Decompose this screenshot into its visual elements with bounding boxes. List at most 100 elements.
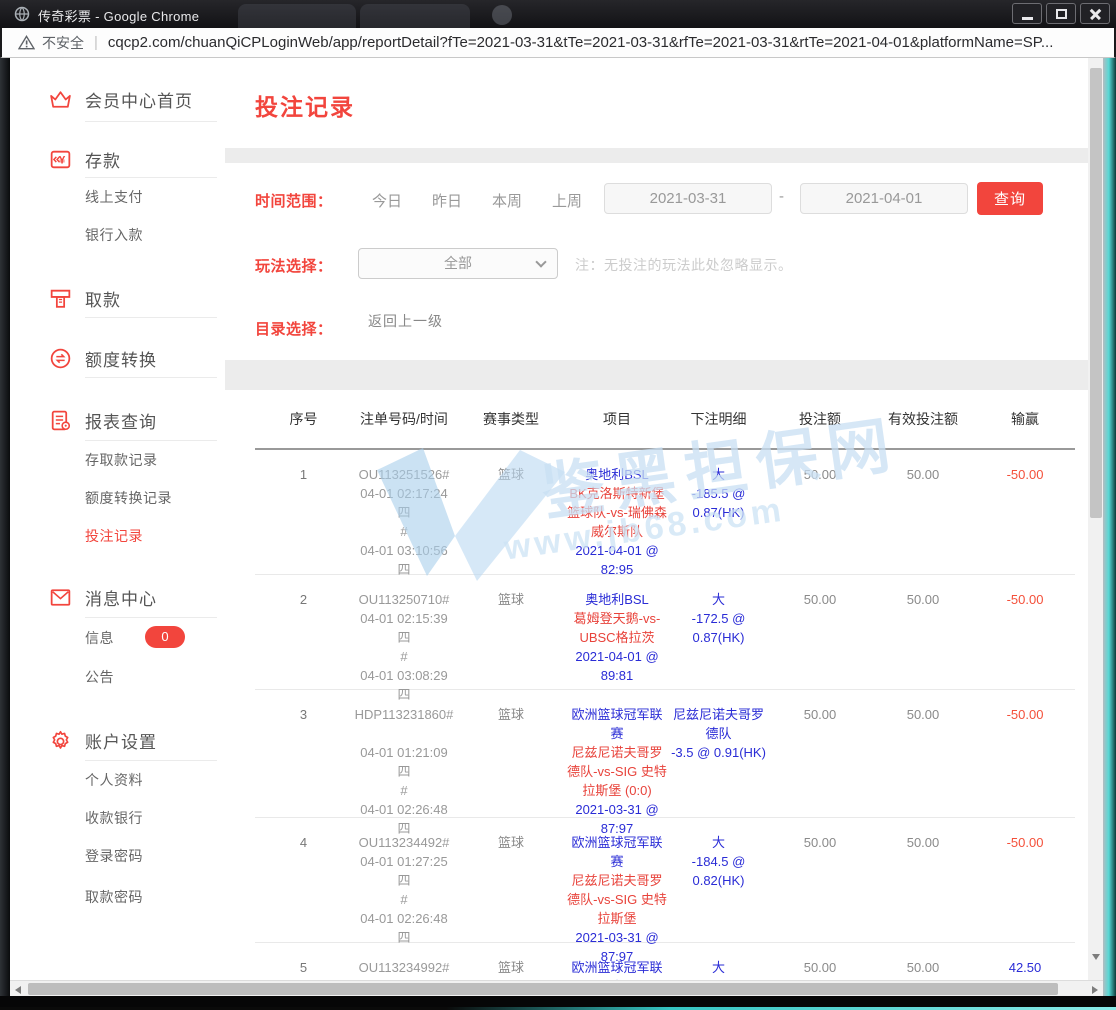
url-separator: | [94, 34, 98, 51]
back-to-parent-link[interactable]: 返回上一级 [368, 311, 443, 331]
cell-bet-amount: 50.00 [769, 943, 871, 980]
cell-bet-detail: 大 -172.5 @ 0.87(HK) [668, 575, 769, 704]
chevron-down-icon [535, 256, 546, 267]
envelope-icon [48, 585, 73, 610]
filter-today[interactable]: 今日 [372, 190, 402, 211]
cell-bet-amount: 50.00 [769, 575, 871, 704]
cell-event: 奥地利BSL葛姆登天鹅-vs-UBSC格拉茨2021-04-01 @ 89:81 [566, 575, 668, 704]
sidebar-item-messages[interactable]: 信息 [85, 628, 114, 648]
cell-valid-amount: 50.00 [871, 943, 975, 980]
window-controls [1012, 3, 1110, 24]
deposit-icon: ¥ [48, 147, 73, 172]
cell-win-loss: -50.00 [975, 450, 1075, 579]
maximize-icon [1056, 9, 1067, 19]
sidebar-item-profile[interactable]: 个人资料 [85, 770, 143, 790]
cell-bet-amount: 50.00 [769, 690, 871, 838]
sidebar-item-withdraw-password[interactable]: 取款密码 [85, 887, 143, 907]
report-icon [48, 408, 73, 433]
table-row: 5 OU113234992# 04-01 01:28:52 四 篮球 欧洲篮球冠… [255, 943, 1075, 980]
cell-sport-type: 篮球 [456, 450, 566, 579]
gear-icon [48, 728, 73, 753]
address-bar[interactable]: 不安全 | cqcp2.com/chuanQiCPLoginWeb/app/re… [0, 28, 1116, 58]
cell-seq: 1 [255, 450, 352, 579]
table-row: 1 OU113251526# 04-01 02:17:24 四 # 04-01 … [255, 450, 1075, 575]
play-method-select[interactable]: 全部 [358, 248, 558, 279]
sidebar-item-payee-bank[interactable]: 收款银行 [85, 808, 143, 828]
play-method-note: 注：无投注的玩法此处忽略显示。 [575, 255, 793, 275]
sidebar-item-announcements[interactable]: 公告 [85, 667, 114, 687]
message-count-badge[interactable]: 0 [145, 626, 185, 648]
background-tab [238, 4, 356, 28]
vertical-scrollbar-thumb[interactable] [1090, 68, 1102, 518]
table-header-row: 序号 注单号码/时间 赛事类型 项目 下注明细 投注额 有效投注额 输赢 [255, 390, 1075, 450]
date-to-input[interactable]: 2021-04-01 [800, 183, 968, 214]
background-tab [360, 4, 470, 28]
scroll-left-arrow-icon[interactable] [15, 986, 21, 994]
title-bar: 传奇彩票 - Google Chrome [0, 0, 1116, 28]
cell-sport-type: 篮球 [456, 690, 566, 838]
globe-icon [14, 6, 30, 22]
cell-sport-type: 篮球 [456, 943, 566, 980]
table-row: 3 HDP113231860# 04-01 01:21:09 四 # 04-01… [255, 690, 1075, 818]
divider [85, 440, 217, 441]
cell-event: 奥地利BSLBK克洛斯特新堡篮球队-vs-瑞佛森威尔斯队2021-04-01 @… [566, 450, 668, 579]
divider [85, 317, 217, 318]
minimize-button[interactable] [1012, 3, 1042, 24]
directory-label: 目录选择： [255, 318, 333, 339]
sidebar-item-login-password[interactable]: 登录密码 [85, 846, 143, 866]
search-button[interactable]: 查询 [977, 182, 1043, 215]
divider [85, 177, 217, 178]
main-content: 投注记录 时间范围： 今日 昨日 本周 上周 2021-03-31 - 2021… [225, 58, 1088, 980]
window-frame-right [1103, 58, 1116, 996]
horizontal-scrollbar-thumb[interactable] [28, 983, 1058, 995]
filter-yesterday[interactable]: 昨日 [432, 190, 462, 211]
scroll-down-arrow-icon[interactable] [1092, 954, 1100, 960]
url-text[interactable]: cqcp2.com/chuanQiCPLoginWeb/app/reportDe… [108, 34, 1053, 51]
browser-window: 传奇彩票 - Google Chrome 不安全 | cqcp2.com/chu… [0, 0, 1116, 1010]
cell-order-number: HDP113231860# 04-01 01:21:09 四 # 04-01 0… [352, 690, 456, 838]
cell-bet-detail: 尼兹尼诺夫哥罗德队 -3.5 @ 0.91(HK) [668, 690, 769, 838]
cell-event: 欧洲篮球冠军联赛土耳其电信篮球队 [566, 943, 668, 980]
cell-sport-type: 篮球 [456, 575, 566, 704]
cell-order-number: OU113234992# 04-01 01:28:52 四 [352, 943, 456, 980]
date-from-input[interactable]: 2021-03-31 [604, 183, 772, 214]
cell-win-loss: 42.50 [975, 943, 1075, 980]
cell-seq: 2 [255, 575, 352, 704]
sidebar-item-bank-deposit[interactable]: 银行入款 [85, 225, 143, 245]
quick-date-filters: 今日 昨日 本周 上周 [372, 190, 582, 211]
filter-this-week[interactable]: 本周 [492, 190, 522, 211]
cell-order-number: OU113251526# 04-01 02:17:24 四 # 04-01 03… [352, 450, 456, 579]
cell-valid-amount: 50.00 [871, 690, 975, 838]
divider [85, 760, 217, 761]
table-row: 4 OU113234492# 04-01 01:27:25 四 # 04-01 … [255, 818, 1075, 943]
divider [85, 121, 217, 122]
sidebar-item-deposit-withdraw-records[interactable]: 存取款记录 [85, 450, 158, 470]
divider [85, 617, 217, 618]
sidebar-item-bet-records[interactable]: 投注记录 [85, 526, 143, 546]
window-frame-left [0, 58, 10, 996]
time-range-label: 时间范围： [255, 190, 333, 211]
filter-last-week[interactable]: 上周 [552, 190, 582, 211]
play-method-label: 玩法选择： [255, 255, 333, 276]
horizontal-scrollbar[interactable] [10, 980, 1103, 996]
vertical-scrollbar[interactable] [1088, 58, 1103, 980]
scroll-right-arrow-icon[interactable] [1092, 986, 1098, 994]
sidebar-item-online-pay[interactable]: 线上支付 [85, 187, 143, 207]
sidebar-item-quota-exchange-records[interactable]: 额度转换记录 [85, 488, 172, 508]
maximize-button[interactable] [1046, 3, 1076, 24]
background-window-icon [492, 5, 512, 25]
bet-records-table: 序号 注单号码/时间 赛事类型 项目 下注明细 投注额 有效投注额 输赢 1 O… [225, 390, 1088, 980]
svg-text:¥: ¥ [59, 154, 66, 166]
close-button[interactable] [1080, 3, 1110, 24]
cell-bet-detail: 大 -130.5 @ [668, 943, 769, 980]
window-title: 传奇彩票 - Google Chrome [38, 6, 199, 25]
date-range-dash: - [779, 188, 784, 205]
crown-icon [48, 87, 73, 112]
page-header-card: 投注记录 [225, 58, 1088, 148]
cell-event: 欧洲篮球冠军联赛尼兹尼诺夫哥罗德队-vs-SIG 史特拉斯堡 (0:0)2021… [566, 690, 668, 838]
table-row: 2 OU113250710# 04-01 02:15:39 四 # 04-01 … [255, 575, 1075, 690]
cell-seq: 3 [255, 690, 352, 838]
cell-win-loss: -50.00 [975, 690, 1075, 838]
security-status[interactable]: 不安全 [42, 33, 84, 53]
cell-valid-amount: 50.00 [871, 450, 975, 579]
